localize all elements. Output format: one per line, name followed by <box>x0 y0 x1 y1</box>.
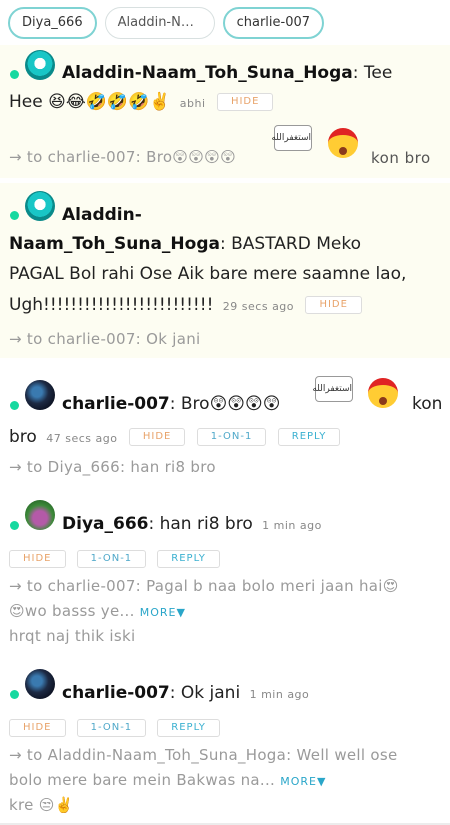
reply-button[interactable]: REPLY <box>157 549 220 568</box>
message-line: PAGAL Bol rahi Ose Aik bare mere saamne … <box>9 264 406 284</box>
message-text: kon bro <box>371 149 431 167</box>
tab-charlie[interactable]: charlie-007 <box>222 7 325 39</box>
one-on-one-button[interactable]: 1-ON-1 <box>76 718 147 737</box>
more-link[interactable]: MORE▼ <box>140 606 186 619</box>
reply-text: → to charlie-007: Pagal b naa bolo meri … <box>9 577 399 595</box>
reply-button[interactable]: REPLY <box>157 718 220 737</box>
reply-text: → to charlie-007: Bro😲😲😲😲 <box>9 148 237 166</box>
chat-message: Aladdin- Naam_Toh_Suna_Hoga: BASTARD Mek… <box>0 183 450 358</box>
hide-button[interactable]: HIDE <box>9 549 66 568</box>
chat-message: charlie-007: Ok jani 1 min ago HIDE 1-ON… <box>0 665 450 823</box>
hide-button[interactable]: HIDE <box>305 296 362 314</box>
reply-line[interactable]: bolo mere bare mein Bakwas na... MORE▼ <box>9 771 326 789</box>
timestamp: 29 secs ago <box>222 300 295 313</box>
chat-message: Aladdin-Naam_Toh_Suna_Hoga: Tee Hee 😆😂🤣🤣… <box>0 45 450 178</box>
message-line: Aladdin- <box>62 205 142 225</box>
emoji-face-icon <box>328 128 358 158</box>
message-line: charlie-007: Bro😲😲😲😲 <box>62 394 280 414</box>
reply-line: hrqt naj thik iski <box>9 627 135 645</box>
message-text: Ugh!!!!!!!!!!!!!!!!!!!!!!!!! <box>9 295 214 315</box>
message-line: Naam_Toh_Suna_Hoga: BASTARD Meko <box>9 234 361 254</box>
reply-text: → to charlie-007: Ok jani <box>9 330 201 348</box>
more-link[interactable]: MORE▼ <box>280 775 326 788</box>
username[interactable]: Diya_666 <box>62 514 148 534</box>
sticker-image: استغفرالله <box>271 125 312 151</box>
action-row: HIDE 1-ON-1 REPLY <box>3 717 220 737</box>
reply-line[interactable]: → to charlie-007: Pagal b naa bolo meri … <box>9 577 399 595</box>
reply-line[interactable]: → to charlie-007: Bro😲😲😲😲 <box>9 148 236 166</box>
avatar[interactable] <box>25 191 55 221</box>
username[interactable]: Aladdin-Naam_Toh_Suna_Hoga <box>62 63 353 83</box>
online-indicator <box>10 690 19 699</box>
reply-text: hrqt naj thik iski <box>9 627 136 645</box>
reply-line: kre 😒✌️ <box>9 796 74 814</box>
message-line: Aladdin-Naam_Toh_Suna_Hoga: Tee <box>62 63 392 83</box>
hide-button[interactable]: HIDE <box>9 718 66 737</box>
message-text: PAGAL Bol rahi Ose Aik bare mere saamne … <box>9 264 407 284</box>
username[interactable]: charlie-007 <box>62 394 170 414</box>
message-line: Hee 😆😂🤣🤣🤣✌️ abhi HIDE <box>9 92 274 112</box>
sticker-image: استغفرالله <box>312 376 353 402</box>
message-line: charlie-007: Ok jani 1 min ago <box>62 683 309 703</box>
reply-line[interactable]: → to Diya_666: han ri8 bro <box>9 458 216 476</box>
online-indicator <box>10 211 19 220</box>
message-text: : Tee <box>352 63 393 83</box>
hide-button[interactable]: HIDE <box>128 428 186 446</box>
message-text: : Ok jani <box>169 683 241 703</box>
username[interactable]: Naam_Toh_Suna_Hoga <box>9 234 220 254</box>
avatar[interactable] <box>25 500 55 530</box>
chat-message: charlie-007: Bro😲😲😲😲 استغفرالله kon bro … <box>0 368 450 488</box>
reply-line[interactable]: 😍wo basss ye... MORE▼ <box>9 602 186 620</box>
reply-line[interactable]: → to charlie-007: Ok jani <box>9 330 201 348</box>
reply-text: kre 😒✌️ <box>9 796 74 814</box>
emoji-face-icon <box>368 378 398 408</box>
user-tabs: Diya_666 Aladdin-Naam_Toh_Suna_Hoga char… <box>8 7 325 39</box>
message-text: Hee 😆😂🤣🤣🤣✌️ <box>9 92 171 112</box>
hide-button[interactable]: HIDE <box>216 93 274 111</box>
message-text: : Bro😲😲😲😲 <box>169 394 281 414</box>
action-row: HIDE 1-ON-1 REPLY <box>3 548 220 568</box>
timestamp: 1 min ago <box>262 519 322 532</box>
username[interactable]: charlie-007 <box>62 683 170 703</box>
message-text: : han ri8 bro <box>148 514 253 534</box>
message-line: Ugh!!!!!!!!!!!!!!!!!!!!!!!!! 29 secs ago… <box>9 295 362 315</box>
timestamp: abhi <box>179 97 206 110</box>
message-line: Diya_666: han ri8 bro 1 min ago <box>62 514 322 534</box>
online-indicator <box>10 401 19 410</box>
tab-aladdin[interactable]: Aladdin-Naam_Toh_Suna_Hoga <box>104 7 215 39</box>
tab-diya[interactable]: Diya_666 <box>8 7 97 39</box>
reply-text: 😍wo basss ye... <box>9 602 135 620</box>
username[interactable]: Aladdin- <box>62 205 142 225</box>
message-text: bro <box>9 427 37 447</box>
reply-text: → to Aladdin-Naam_Toh_Suna_Hoga: Well we… <box>9 746 398 764</box>
timestamp: 1 min ago <box>249 688 310 701</box>
avatar[interactable] <box>25 669 55 699</box>
timestamp: 47 secs ago <box>46 432 118 445</box>
avatar[interactable] <box>25 50 55 80</box>
online-indicator <box>10 521 19 530</box>
one-on-one-button[interactable]: 1-ON-1 <box>196 428 267 446</box>
chat-message: Diya_666: han ri8 bro 1 min ago HIDE 1-O… <box>0 496 450 656</box>
one-on-one-button[interactable]: 1-ON-1 <box>76 549 147 568</box>
message-text: kon <box>412 394 443 414</box>
online-indicator <box>10 70 19 79</box>
avatar[interactable] <box>25 380 55 410</box>
reply-button[interactable]: REPLY <box>277 428 341 446</box>
reply-text: → to Diya_666: han ri8 bro <box>9 458 216 476</box>
reply-text: bolo mere bare mein Bakwas na... <box>9 771 276 789</box>
message-line: bro 47 secs ago HIDE 1-ON-1 REPLY <box>9 427 341 447</box>
message-text: : BASTARD Meko <box>219 234 361 254</box>
reply-line[interactable]: → to Aladdin-Naam_Toh_Suna_Hoga: Well we… <box>9 746 398 764</box>
